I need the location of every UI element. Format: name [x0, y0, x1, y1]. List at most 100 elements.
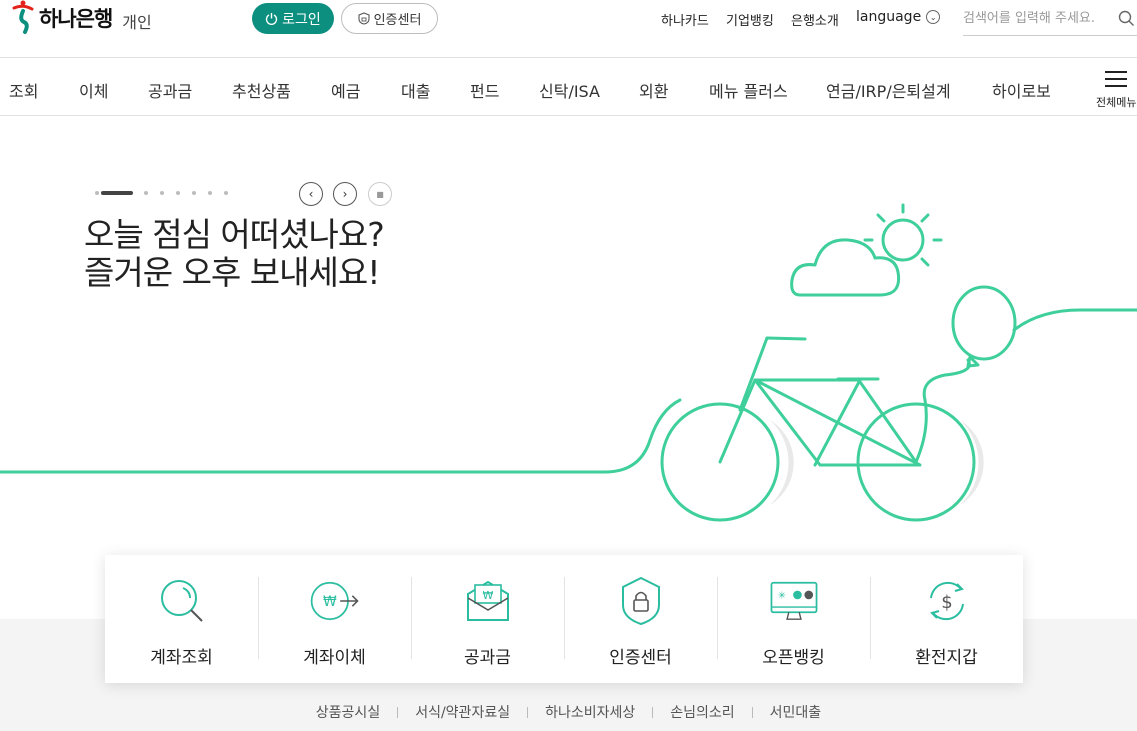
main-nav: 조회 이체 공과금 추천상품 예금 대출 펀드 신탁/ISA 외환 메뉴 플러스… — [0, 58, 1137, 116]
hana-logo-icon — [12, 0, 34, 34]
quick-menu: 계좌조회 ₩ 계좌이체 ₩ 공과금 인증센터 ✳ 오픈뱅킹 $ 환전지갑 — [105, 555, 1023, 683]
sun — [881, 218, 925, 262]
footer-link-consumer-world[interactable]: 하나소비자세상 — [545, 702, 635, 722]
chevron-down-icon: ⌄ — [926, 10, 941, 24]
nav-item-menu-plus[interactable]: 메뉴 플러스 — [709, 78, 788, 102]
front-wheel-shadow — [960, 420, 984, 505]
footer-link-customer-voice[interactable]: 손님의소리 — [670, 702, 734, 722]
divider — [751, 706, 753, 718]
search-icon — [160, 580, 203, 622]
link-bank-intro[interactable]: 은행소개 — [791, 10, 839, 29]
balloon — [951, 285, 1017, 361]
divider — [527, 706, 529, 718]
quick-label: 계좌이체 — [303, 648, 366, 668]
all-menu-button[interactable]: 전체메뉴 — [1096, 71, 1137, 111]
slide-dot[interactable] — [224, 191, 228, 195]
hamburger-icon-bar — [1105, 85, 1127, 87]
language-label: language — [856, 9, 922, 25]
search-box — [963, 2, 1137, 36]
footer-links: 상품공시실 서식/약관자료실 하나소비자세상 손님의소리 서민대출 — [0, 702, 1137, 722]
envelope-won-icon: ₩ — [466, 580, 509, 621]
dollar-exchange-icon: $ — [929, 581, 964, 621]
slide-dot[interactable] — [144, 191, 148, 195]
all-menu-label: 전체메뉴 — [1096, 96, 1137, 109]
slide-dot[interactable] — [176, 191, 180, 195]
hamburger-icon-bar — [1105, 78, 1127, 80]
bike-frame-top — [753, 378, 862, 467]
power-icon — [265, 13, 278, 25]
next-slide-button[interactable]: › — [333, 182, 357, 206]
chevron-left-icon: ‹ — [308, 187, 314, 201]
quick-item-cert-center[interactable]: 인증센터 — [564, 555, 717, 683]
quick-label: 계좌조회 — [150, 648, 213, 668]
quick-label: 인증센터 — [609, 648, 672, 668]
nav-item-fund[interactable]: 펀드 — [470, 78, 499, 102]
nav-item-transfer[interactable]: 이체 — [79, 78, 108, 102]
shield-icon — [358, 12, 370, 25]
nav-item-trust-isa[interactable]: 신탁/ISA — [539, 78, 600, 102]
slide-dot[interactable] — [192, 191, 196, 195]
divider — [397, 706, 399, 718]
svg-text:$: $ — [941, 592, 952, 613]
cloud — [790, 238, 901, 297]
ground-line — [0, 398, 682, 474]
pause-slide-button[interactable]: ■ — [368, 182, 392, 206]
nav-item-deposit[interactable]: 예금 — [331, 78, 360, 102]
pause-icon: ■ — [376, 189, 384, 199]
quick-item-utility-bills[interactable]: ₩ 공과금 — [411, 555, 564, 683]
hero-title: 오늘 점심 어떠셨나요? 즐거운 오후 보내세요! — [84, 215, 385, 292]
quick-item-transfer[interactable]: ₩ 계좌이체 — [258, 555, 411, 683]
footer-link-forms-terms[interactable]: 서식/약관자료실 — [415, 702, 510, 722]
logo-sub-label: 개인 — [122, 13, 152, 32]
quick-item-open-banking[interactable]: ✳ 오픈뱅킹 — [717, 555, 870, 683]
svg-text:₩: ₩ — [322, 594, 336, 610]
nav-item-utility-bills[interactable]: 공과금 — [148, 78, 192, 102]
search-icon[interactable] — [1118, 10, 1135, 27]
logo-text: 하나은행 — [39, 7, 113, 31]
rear-wheel-shadow — [770, 420, 794, 505]
hero-line-1: 오늘 점심 어떠셨나요? — [84, 215, 385, 254]
cert-center-label: 인증센터 — [373, 13, 422, 28]
divider — [652, 706, 654, 718]
sun-rays — [863, 203, 943, 267]
login-button[interactable]: 로그인 — [252, 3, 334, 34]
nav-item-inquiry[interactable]: 조회 — [9, 78, 38, 102]
hamburger-icon — [1105, 71, 1127, 73]
top-header: 하나은행 개인 로그인 인증센터 하나카드 기업뱅킹 은행소개 language… — [0, 0, 1137, 58]
shield-lock-icon — [621, 576, 660, 626]
nav-item-hairobo[interactable]: 하이로보 — [992, 78, 1051, 102]
won-transfer-icon: ₩ — [310, 581, 359, 621]
nav-item-pension[interactable]: 연금/IRP/은퇴설계 — [826, 78, 951, 102]
quick-label: 공과금 — [464, 648, 511, 668]
monitor-icon: ✳ — [770, 581, 817, 620]
footer-link-low-income-loan[interactable]: 서민대출 — [770, 702, 822, 722]
quick-item-exchange-wallet[interactable]: $ 환전지갑 — [870, 555, 1023, 683]
language-select[interactable]: language ⌄ — [856, 9, 941, 25]
cert-center-button[interactable]: 인증센터 — [341, 3, 438, 34]
horizon-line — [1012, 308, 1137, 332]
hero-line-2: 즐거운 오후 보내세요! — [84, 253, 380, 292]
prev-slide-button[interactable]: ‹ — [299, 182, 323, 206]
svg-text:✳: ✳ — [777, 590, 785, 601]
slide-dot-active[interactable] — [101, 191, 133, 195]
link-hanacard[interactable]: 하나카드 — [661, 10, 709, 29]
quick-label: 오픈뱅킹 — [762, 648, 825, 668]
chevron-right-icon: › — [342, 187, 348, 201]
login-label: 로그인 — [282, 11, 321, 28]
nav-item-recommended[interactable]: 추천상품 — [232, 78, 291, 102]
quick-label: 환전지갑 — [915, 648, 978, 668]
link-corporate-banking[interactable]: 기업뱅킹 — [726, 10, 774, 29]
slide-dot[interactable] — [160, 191, 164, 195]
svg-text:₩: ₩ — [482, 589, 493, 602]
quick-item-account-inquiry[interactable]: 계좌조회 — [105, 555, 258, 683]
nav-item-foreign-exchange[interactable]: 외환 — [639, 78, 668, 102]
search-input[interactable] — [963, 2, 1113, 34]
hana-bank-logo[interactable]: 하나은행 개인 — [10, 0, 152, 36]
slide-dot[interactable] — [95, 191, 99, 195]
seat-post — [738, 336, 769, 412]
nav-item-loan[interactable]: 대출 — [401, 78, 430, 102]
bike-seat — [765, 336, 807, 341]
slide-dot[interactable] — [208, 191, 212, 195]
footer-link-product-disclosure[interactable]: 상품공시실 — [316, 702, 380, 722]
slide-indicators — [95, 191, 240, 195]
